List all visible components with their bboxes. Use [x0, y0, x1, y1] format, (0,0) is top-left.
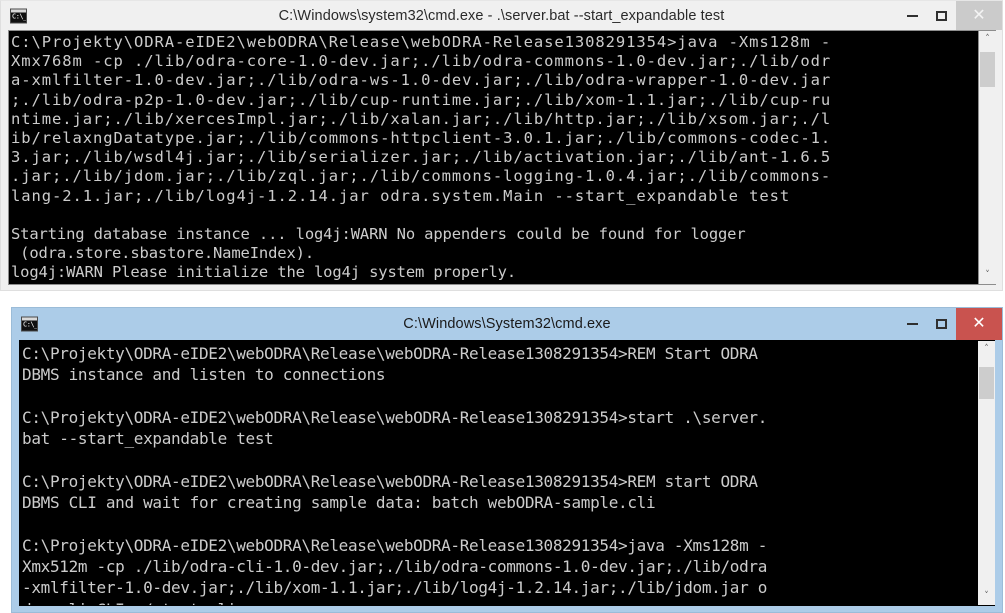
minimize-button[interactable] [898, 1, 927, 30]
close-button[interactable]: ✕ [956, 308, 1002, 340]
close-button[interactable]: ✕ [956, 1, 1002, 30]
console-line: C:\Projekty\ODRA-eIDE2\webODRA\Release\w… [22, 407, 768, 427]
window-title-server-bat: C:\Windows\system32\cmd.exe - .\server.b… [278, 7, 725, 24]
close-icon: ✕ [972, 315, 986, 332]
cmd-icon-prompt-text: C:\_ [23, 320, 38, 329]
scrollbar-thumb[interactable] [979, 367, 994, 400]
console-line: Starting database instance ... log4j:WAR… [11, 225, 746, 244]
scrollbar-track[interactable] [979, 48, 996, 267]
console-area-cmd-cli[interactable]: C:\Projekty\ODRA-eIDE2\webODRA\Release\w… [19, 340, 995, 606]
console-line: C:\Projekty\ODRA-eIDE2\webODRA\Release\w… [22, 471, 758, 491]
scroll-up-icon[interactable]: ˄ [978, 341, 995, 358]
console-scrollbar-server-bat[interactable]: ˄ ˅ [978, 31, 996, 284]
scrollbar-thumb[interactable] [980, 52, 995, 88]
console-line: a-xmlfilter-1.0-dev.jar;./lib/odra-ws-1.… [11, 71, 832, 90]
minimize-button[interactable] [898, 308, 927, 340]
console-line: Finished! [11, 283, 978, 284]
console-line: log4j:WARN Please initialize the log4j s… [11, 263, 516, 282]
minimize-icon [907, 14, 918, 17]
window-cmd-cli[interactable]: C:\_ C:\Windows\System32\cmd.exe ✕ C:\Pr… [11, 307, 1003, 613]
console-area-server-bat[interactable]: C:\Projekty\ODRA-eIDE2\webODRA\Release\w… [8, 30, 996, 285]
cmd-console-icon: C:\_ [10, 8, 27, 23]
maximize-button[interactable] [927, 1, 956, 30]
console-scrollbar-cmd-cli[interactable]: ˄ ˅ [977, 341, 995, 605]
console-line: bat --start_expandable test [22, 429, 274, 449]
console-line: Xmx512m -cp ./lib/odra-cli-1.0-dev.jar;.… [22, 556, 768, 576]
window-server-bat[interactable]: C:\_ C:\Windows\system32\cmd.exe - .\ser… [0, 0, 1003, 291]
console-line: ;./lib/odra-p2p-1.0-dev.jar;./lib/cup-ru… [11, 90, 832, 109]
console-line: 3.jar;./lib/wsdl4j.jar;./lib/serializer.… [11, 148, 832, 167]
console-line: -xmlfilter-1.0-dev.jar;./lib/xom-1.1.jar… [22, 578, 768, 598]
desktop-background: C:\_ C:\Windows\system32\cmd.exe - .\ser… [0, 0, 1005, 613]
titlebar-server-bat[interactable]: C:\_ C:\Windows\system32\cmd.exe - .\ser… [1, 1, 1002, 30]
maximize-button[interactable] [927, 308, 956, 340]
console-line: Xmx768m -cp ./lib/odra-core-1.0-dev.jar;… [11, 52, 832, 71]
console-line: DBMS instance and listen to connections [22, 365, 386, 385]
scroll-up-icon[interactable]: ˄ [979, 31, 996, 48]
console-line: C:\Projekty\ODRA-eIDE2\webODRA\Release\w… [22, 344, 758, 363]
console-line: .jar;./lib/jdom.jar;./lib/zql.jar;./lib/… [11, 167, 832, 186]
scroll-down-icon[interactable]: ˅ [978, 588, 995, 605]
maximize-icon [936, 10, 947, 21]
close-icon: ✕ [972, 6, 986, 24]
console-line: C:\Projekty\ODRA-eIDE2\webODRA\Release\w… [22, 535, 768, 555]
console-line: lang-2.1.jar;./lib/log4j-1.2.14.jar odra… [11, 186, 791, 205]
minimize-icon [907, 323, 918, 325]
cmd-icon-prompt-text: C:\_ [12, 12, 27, 20]
console-line: C:\Projekty\ODRA-eIDE2\webODRA\Release\w… [11, 33, 832, 51]
window-controls-server-bat[interactable]: ✕ [898, 1, 1002, 30]
console-line: DBMS CLI and wait for creating sample da… [22, 493, 656, 513]
console-line: (odra.store.sbastore.NameIndex). [11, 244, 314, 263]
console-line: dra.cli.CLI ./_test.cli [22, 599, 977, 605]
titlebar-cmd-cli[interactable]: C:\_ C:\Windows\System32\cmd.exe ✕ [12, 308, 1002, 340]
maximize-icon [936, 319, 947, 329]
window-controls-cmd-cli[interactable]: ✕ [898, 308, 1002, 340]
console-output-server-bat: C:\Projekty\ODRA-eIDE2\webODRA\Release\w… [9, 31, 978, 284]
scroll-down-icon[interactable]: ˅ [979, 267, 996, 284]
console-line: ntime.jar;./lib/xercesImpl.jar;./lib/xal… [11, 109, 832, 128]
scrollbar-track[interactable] [978, 358, 995, 588]
cmd-console-icon: C:\_ [21, 316, 38, 332]
window-title-cmd-cli: C:\Windows\System32\cmd.exe [403, 316, 611, 332]
console-line: ib/relaxngDatatype.jar;./lib/commons-htt… [11, 129, 832, 148]
console-output-cmd-cli: C:\Projekty\ODRA-eIDE2\webODRA\Release\w… [20, 341, 977, 605]
